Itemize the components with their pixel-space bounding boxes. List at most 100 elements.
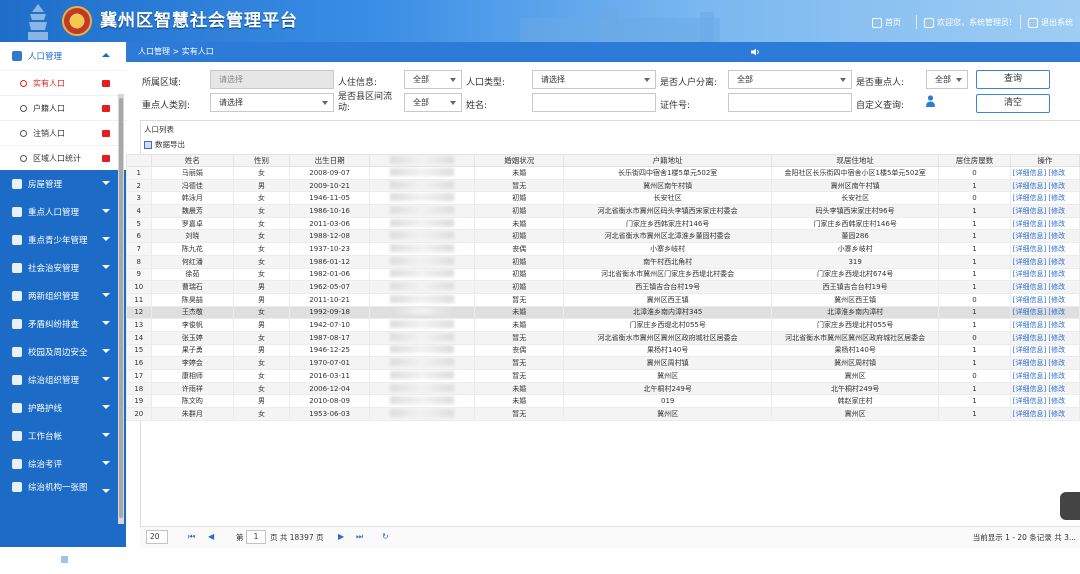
name-input[interactable]: [532, 93, 656, 112]
column-header[interactable]: 居住房屋数: [938, 154, 1011, 167]
edit-link[interactable]: [修改: [1046, 232, 1065, 240]
table-row[interactable]: 1 马丽娟女 2008-09-07 未婚 长乐街四中宿舍1楼5单元502室 金阳社区长乐街…: [126, 166, 1080, 180]
county-flow-select[interactable]: 全部: [404, 93, 462, 112]
sidebar-item-housing[interactable]: 房屋管理: [0, 170, 126, 198]
table-row[interactable]: 17 康相师女 2016-03-11 暂无 冀州区 冀州区 0 [详细信息] [修改: [126, 369, 1080, 383]
sidebar-item-evaluation[interactable]: 综治考评: [0, 450, 126, 478]
speaker-icon[interactable]: [750, 47, 760, 57]
edit-link[interactable]: [修改: [1046, 372, 1065, 380]
edit-link[interactable]: [修改: [1046, 220, 1065, 228]
edit-link[interactable]: [修改: [1046, 308, 1065, 316]
detail-link[interactable]: [详细信息]: [1013, 359, 1046, 367]
sidebar-item-key-youth[interactable]: 重点青少年管理: [0, 226, 126, 254]
residence-select[interactable]: 全部: [404, 70, 462, 89]
detail-link[interactable]: [详细信息]: [1013, 283, 1046, 291]
detail-link[interactable]: [详细信息]: [1013, 194, 1046, 202]
id-number-input[interactable]: [728, 93, 852, 112]
detail-link[interactable]: [详细信息]: [1013, 334, 1046, 342]
table-row[interactable]: 18 许雨祥女 2006-12-04 未婚 北午桐村249号 北午桐村249号 1 [详细信息…: [126, 381, 1080, 396]
column-header[interactable]: 现居住地址: [770, 154, 940, 167]
column-header[interactable]: 婚姻状况: [474, 154, 565, 167]
sidebar-item-organizations[interactable]: 两新组织管理: [0, 282, 126, 310]
edit-link[interactable]: [修改: [1046, 283, 1065, 291]
prev-page-icon[interactable]: ◀: [208, 532, 214, 541]
scrollbar-thumb[interactable]: [119, 98, 123, 518]
table-row[interactable]: 9 徐茹女 1982-01-06 初婚 河北省衡水市冀州区门家庄乡西堤北村委会 门家庄乡西…: [126, 267, 1080, 282]
column-header[interactable]: [369, 154, 476, 167]
region-select[interactable]: 请选择: [210, 70, 334, 89]
edit-link[interactable]: [修改: [1046, 258, 1065, 266]
table-row[interactable]: 15 果子勇男 1946-12-25 丧偶 果杨村140号 果杨村140号 1 [详细信息] …: [126, 343, 1080, 358]
grid-menu-icon[interactable]: [52, 556, 70, 574]
edit-link[interactable]: [修改: [1046, 207, 1065, 215]
table-row[interactable]: 14 张玉婷女 1987-08-17 暂无 河北省衡水市冀州区冀州区政府城社区居委会 河北…: [126, 330, 1080, 345]
sidebar-item-work-ledger[interactable]: 工作台帐: [0, 422, 126, 450]
edit-link[interactable]: [修改: [1046, 385, 1065, 393]
export-button[interactable]: 数据导出: [144, 139, 185, 150]
detail-link[interactable]: [详细信息]: [1013, 270, 1046, 278]
home-link[interactable]: 首页: [872, 17, 901, 28]
edit-link[interactable]: [修改: [1046, 169, 1065, 177]
table-row[interactable]: 2 冯德佳男 2009-10-21 暂无 冀州区南午村镇 冀州区南午村镇 1 [详细信息] […: [126, 178, 1080, 193]
sidebar-item-org-management[interactable]: 综治组织管理: [0, 366, 126, 394]
edit-link[interactable]: [修改: [1046, 359, 1065, 367]
table-row[interactable]: 5 罗嘉卓女 2011-03-06 未婚 门家庄乡西韩家庄村146号 门家庄乡西韩家庄村1…: [126, 216, 1080, 231]
column-header[interactable]: 性别: [233, 154, 290, 167]
detail-link[interactable]: [详细信息]: [1013, 346, 1046, 354]
table-row[interactable]: 10 曹瑞石男 1962-05-07 初婚 西王镇吉合台村19号 西王镇吉合台村19号 1[…: [126, 280, 1080, 294]
table-row[interactable]: 6 刘晓女 1988-12-08 初婚 河北省衡水市冀州区北漳淮乡董固村委会 董固286 1…: [126, 229, 1080, 244]
edit-link[interactable]: [修改: [1046, 334, 1065, 342]
detail-link[interactable]: [详细信息]: [1013, 220, 1046, 228]
detail-link[interactable]: [详细信息]: [1013, 308, 1046, 316]
sidebar-subitem-actual-population[interactable]: 实有人口: [0, 70, 126, 95]
edit-link[interactable]: [修改: [1046, 194, 1065, 202]
clear-button[interactable]: 清空: [976, 94, 1050, 113]
sidebar-subitem-cancelled-population[interactable]: 注销人口: [0, 120, 126, 145]
last-page-icon[interactable]: ⏭: [356, 532, 363, 542]
table-row[interactable]: 8 何红潘女 1986-01-12 初婚 南午村西北角村 319 1 [详细信息] [修改: [126, 254, 1080, 269]
column-header[interactable]: 户籍地址: [563, 154, 772, 167]
household-separation-select[interactable]: 全部: [728, 70, 852, 89]
key-category-select[interactable]: 请选择: [210, 93, 334, 112]
column-header[interactable]: 操作: [1009, 154, 1080, 167]
refresh-icon[interactable]: ↻: [382, 532, 389, 541]
sidebar-item-population[interactable]: 人口管理: [0, 42, 126, 70]
detail-link[interactable]: [详细信息]: [1013, 321, 1046, 329]
table-row[interactable]: 12 王杰敬女 1992-09-18 未婚 北漳淮乡南内漳村345 北漳淮乡南内漳村 1 [详…: [126, 305, 1080, 320]
key-person-select[interactable]: 全部: [926, 70, 968, 89]
edit-link[interactable]: [修改: [1046, 321, 1065, 329]
chat-widget-button[interactable]: [1060, 492, 1080, 520]
sidebar-item-org-map[interactable]: 综治机构一张图: [0, 478, 126, 496]
sidebar-subitem-area-statistics[interactable]: 区域人口统计: [0, 145, 126, 170]
sidebar-item-disputes[interactable]: 矛盾纠纷排查: [0, 310, 126, 338]
edit-link[interactable]: [修改: [1046, 245, 1065, 253]
detail-link[interactable]: [详细信息]: [1013, 245, 1046, 253]
detail-link[interactable]: [详细信息]: [1013, 258, 1046, 266]
detail-link[interactable]: [详细信息]: [1013, 397, 1046, 405]
first-page-icon[interactable]: ⏮: [188, 532, 195, 542]
sidebar-item-public-security[interactable]: 社会治安管理: [0, 254, 126, 282]
edit-link[interactable]: [修改: [1046, 296, 1065, 304]
person-icon[interactable]: [926, 95, 935, 107]
page-size-select[interactable]: 20: [146, 530, 168, 544]
sidebar-item-key-population[interactable]: 重点人口管理: [0, 198, 126, 226]
logout-link[interactable]: 退出系统: [1028, 17, 1073, 28]
detail-link[interactable]: [详细信息]: [1013, 410, 1046, 418]
edit-link[interactable]: [修改: [1046, 397, 1065, 405]
table-row[interactable]: 4 魏晨芳女 1986-10-16 初婚 河北省衡水市冀州区码头李镇西宋家庄村委会 码头李…: [126, 204, 1080, 218]
welcome-user[interactable]: 欢迎您，系统管理员!: [924, 17, 1012, 28]
detail-link[interactable]: [详细信息]: [1013, 232, 1046, 240]
detail-link[interactable]: [详细信息]: [1013, 385, 1046, 393]
population-type-select[interactable]: 请选择: [532, 70, 656, 89]
detail-link[interactable]: [详细信息]: [1013, 182, 1046, 190]
sidebar-item-campus-safety[interactable]: 校园及周边安全: [0, 338, 126, 366]
table-row[interactable]: 19 陈文昀男 2010-08-09 未婚 019 韩赵家庄村 1 [详细信息] [修改: [126, 394, 1080, 409]
column-header[interactable]: [126, 154, 152, 167]
table-row[interactable]: 3 韩泳月女 1946-11-05 初婚 长安社区 长安社区 0 [详细信息] [修改: [126, 191, 1080, 206]
detail-link[interactable]: [详细信息]: [1013, 372, 1046, 380]
table-row[interactable]: 16 李婷会女 1970-07-01 暂无 冀州区周村镇 冀州区周村镇 1 [详细信息] [修…: [126, 356, 1080, 370]
column-header[interactable]: 姓名: [150, 154, 235, 167]
table-row[interactable]: 11 陈昊喆男 2011-10-21 暂无 冀州区西王镇 冀州区西王镇 0 [详细信息] [修…: [126, 292, 1080, 307]
detail-link[interactable]: [详细信息]: [1013, 296, 1046, 304]
edit-link[interactable]: [修改: [1046, 346, 1065, 354]
